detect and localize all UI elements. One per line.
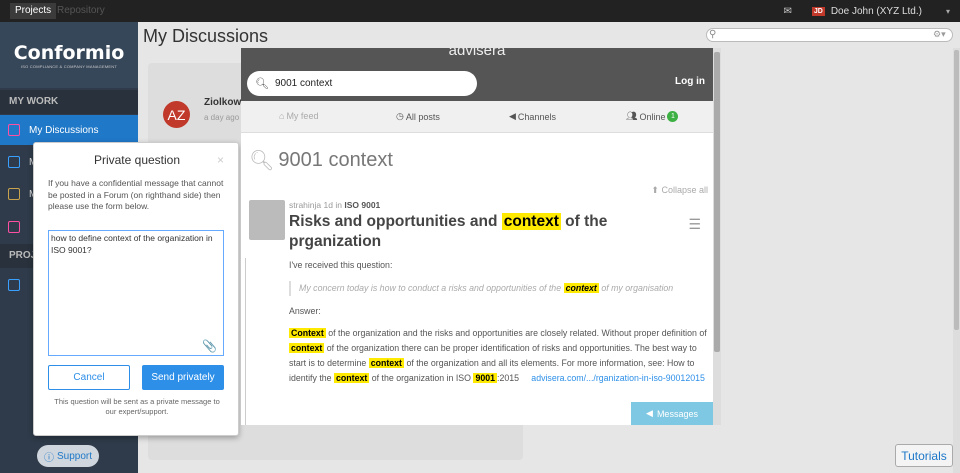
tutorials-button[interactable]: Tutorials [895,444,953,467]
message-textarea[interactable]: how to define context of the organizatio… [48,230,224,356]
post-meta: strahinja 1d in ISO 9001 [289,200,380,210]
thread-line [245,258,246,425]
highlight: context [563,283,599,293]
advisera-scrollbar-thumb[interactable] [714,52,720,352]
nav-label: Channels [517,111,556,122]
home-icon: ⌂ [279,111,285,121]
logo-text: Conformio [13,41,125,64]
tab-projects[interactable]: Projects [10,3,57,19]
post-title[interactable]: Risks and opportunities and context of t… [289,212,649,252]
highlight: 9001 [473,373,498,383]
post-quote: My concern today is how to conduct a ris… [289,281,709,296]
online-count-badge: 1 [667,111,679,122]
highlight: Context [289,328,326,338]
support-button[interactable]: ⓘ Support [37,445,99,467]
mail-icon[interactable]: ✉ [783,6,791,17]
messages-button[interactable]: ◀ Messages [631,402,713,425]
quote-part: of my organisation [601,283,674,293]
results-heading-text: 9001 context [278,149,393,171]
folder-icon [8,221,20,233]
hamburger-menu-icon[interactable]: ☰ [688,216,701,233]
avatar: AZ [163,101,190,128]
user-avatar: JD [811,6,825,16]
folder-icon [8,279,20,291]
search-input[interactable] [706,28,953,42]
discussion-author[interactable]: Ziolkow [204,97,241,108]
answer-text: Context of the organization and the risk… [289,326,709,386]
answer-part: of the organization and the risks and op… [325,328,707,338]
megaphone-icon: ◀ [509,111,516,121]
answer-part: :2015 [497,373,520,383]
post-body: I've received this question: My concern … [289,258,709,386]
advisera-brand: advisera [448,48,506,59]
author-avatar [249,200,285,240]
user-menu[interactable]: ✉ JD Doe John (XYZ Ltd.) ▾ [783,3,950,19]
search-value: 9001 context [274,78,333,89]
close-icon[interactable]: × [217,153,224,167]
users-icon: 👥︎ [626,111,638,121]
highlight: context [368,358,404,368]
nav-label: All posts [405,111,440,122]
search-icon: ⚲ [709,29,717,40]
search-icon: 🔍︎ [255,78,269,90]
page-title: My Discussions [143,26,269,46]
user-name: Doe John (XYZ Ltd.) [830,5,922,17]
section-my-work: MY WORK [0,90,138,114]
highlight: context [289,343,325,353]
post-in: in [335,200,342,210]
nav-label: Online [639,111,666,122]
advisera-search-input[interactable]: 🔍︎ 9001 context [247,71,477,96]
top-bar: Projects Repository ✉ JD Doe John (XYZ L… [0,0,960,22]
nav-online[interactable]: 👥︎ Online 1 [626,111,679,122]
advisera-nav: ⌂ My feed ◷ All posts ◀ Channels 👥︎ Online 1 [241,101,713,133]
nav-channels[interactable]: ◀ Channels [509,111,556,122]
advisera-header: advisera 🔍︎ 9001 context Log in [241,48,713,101]
send-privately-button[interactable]: Send privately [142,365,224,390]
gear-icon[interactable]: ⚙▾ [933,29,946,40]
results-heading: 🔍︎ 9001 context [249,148,393,173]
quote-part: My concern today is how to conduct a ris… [299,283,562,293]
post-title-part: Risks and opportunities and [289,213,498,230]
sidebar-item-my-discussions[interactable]: My Discussions [0,115,138,145]
dialog-title: Private question [93,153,181,167]
check-icon [8,156,20,168]
discussion-time: a day ago [204,113,240,122]
messages-label: Messages [656,408,698,419]
post-author[interactable]: strahinja [289,200,321,210]
private-question-dialog: Private question × If you have a confide… [33,142,239,436]
attachment-icon[interactable]: 📎 [202,339,217,353]
search-icon: 🔍︎ [249,150,275,172]
post-age: 1d [323,200,333,210]
login-link[interactable]: Log in [675,76,705,87]
post-channel[interactable]: ISO 9001 [344,200,380,210]
help-icon: ⓘ [43,452,54,464]
cancel-button[interactable]: Cancel [48,365,130,390]
logo-tagline: ISO COMPLIANCE & COMPANY MANAGEMENT [21,63,117,69]
page-scrollbar-thumb[interactable] [954,50,959,330]
highlight: context [334,373,370,383]
answer-part: of the organization in ISO [369,373,474,383]
advisera-panel: advisera 🔍︎ 9001 context Log in ⌂ My feed… [241,48,713,425]
answer-label: Answer: [289,306,321,316]
collapse-label: Collapse all [661,185,708,195]
dialog-description: If you have a confidential message that … [48,178,224,211]
megaphone-icon: ◀ [646,408,653,418]
chat-icon [8,124,20,136]
logo: Conformio ISO COMPLIANCE & COMPANY MANAG… [0,22,138,88]
tab-repository[interactable]: Repository [52,3,110,19]
sidebar-item-label: My Discussions [29,124,99,136]
dialog-note: This question will be sent as a private … [54,397,220,416]
clock-icon: ◷ [396,111,404,121]
support-label: Support [56,450,93,462]
highlight: context [501,213,561,230]
article-link[interactable]: advisera.com/.../rganization-in-iso-9001… [531,373,705,383]
nav-all-posts[interactable]: ◷ All posts [396,111,440,122]
collapse-all-link[interactable]: ⬆ Collapse all [651,185,708,196]
document-icon [8,188,20,200]
post-intro: I've received this question: [289,260,393,270]
caret-down-icon[interactable]: ▾ [946,7,950,16]
nav-label: My feed [286,111,319,121]
nav-my-feed[interactable]: ⌂ My feed [279,111,318,121]
